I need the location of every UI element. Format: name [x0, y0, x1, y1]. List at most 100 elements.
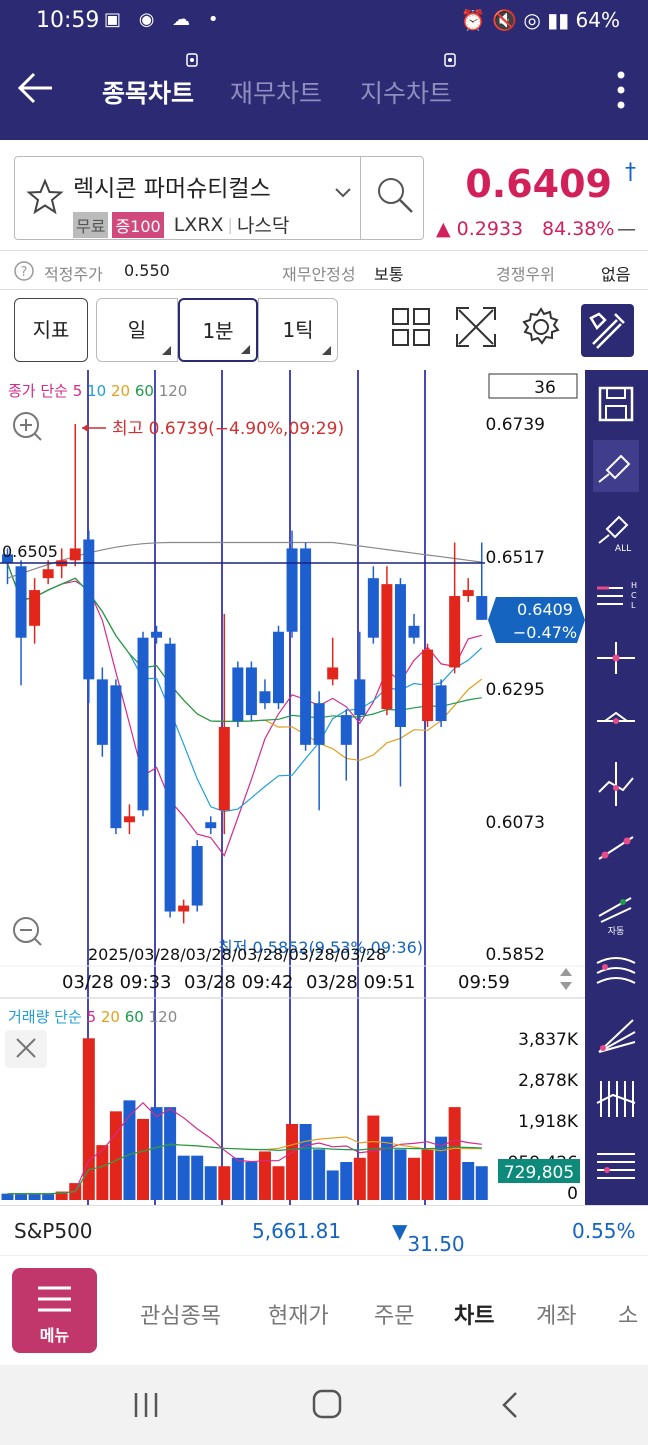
- candle-body: [476, 596, 488, 620]
- auto-trend-icon[interactable]: 자동: [593, 884, 639, 936]
- candle-body: [408, 625, 420, 638]
- candle-count-box[interactable]: [488, 373, 578, 399]
- index-change-value: 31.50: [407, 1232, 465, 1256]
- battery-level: 64%: [575, 8, 620, 32]
- nav-current-price[interactable]: 현재가: [268, 1298, 329, 1330]
- volume-bar: [28, 1193, 41, 1200]
- free-tag: 무료: [73, 211, 109, 238]
- last-price-pct: −0.47%: [513, 623, 577, 642]
- candle-body: [300, 548, 312, 745]
- app-bar: 종목차트 재무차트 지수차트: [0, 44, 648, 140]
- volume-bar: [353, 1157, 366, 1200]
- x-overlap-label: 2025/03/28/03/28/03/28/03/28/03/28: [88, 945, 386, 964]
- volume-legend: 거래량 단순 5 20 60 120: [8, 1008, 177, 1026]
- volume-bar: [42, 1193, 55, 1200]
- left-price-label: 0.6505: [2, 542, 58, 561]
- volume-bar: [204, 1166, 217, 1200]
- candle-body: [218, 726, 230, 811]
- index-name: S&P500: [14, 1219, 93, 1243]
- candle-body: [69, 548, 81, 561]
- erase-all-icon[interactable]: ALL: [593, 505, 639, 557]
- status-system-icons: ⏰ 🔇 ◎ ▮▮: [460, 8, 570, 32]
- menu-button[interactable]: 메뉴: [12, 1268, 97, 1353]
- vertical-line-icon[interactable]: [593, 758, 639, 810]
- candle-body: [29, 590, 41, 626]
- tab-badge-icon: [186, 53, 198, 67]
- y-tick-label: 0.6295: [486, 680, 545, 700]
- vol-y-tick: 0: [567, 1184, 578, 1204]
- horizontal-line-icon[interactable]: [593, 695, 639, 747]
- nav-more[interactable]: 소: [618, 1298, 638, 1330]
- ma-120: 120: [159, 382, 188, 400]
- stock-selector[interactable]: 렉시콘 파머슈티컬스 무료 증100 LXRX | 나스닥: [14, 156, 424, 240]
- volume-bar: [15, 1193, 28, 1200]
- volume-bar: [313, 1149, 326, 1200]
- minute-button[interactable]: 1분: [178, 298, 258, 362]
- volume-bar: [177, 1155, 190, 1200]
- ma-60: 60: [135, 382, 154, 400]
- hcl-line-icon[interactable]: HCL: [593, 570, 639, 622]
- candle-body: [137, 637, 149, 811]
- search-icon[interactable]: [375, 175, 415, 215]
- nav-account[interactable]: 계좌: [536, 1298, 576, 1330]
- trend-line-icon[interactable]: [593, 821, 639, 873]
- svg-text:H: H: [631, 581, 637, 590]
- ma-20: 20: [111, 382, 130, 400]
- x-tick-label: 03/28 09:51: [306, 972, 415, 993]
- chart-canvas[interactable]: 0.6739 0.6517 0.6295 0.6073 0.5852 0.650…: [0, 370, 585, 1205]
- more-options-icon[interactable]: [616, 70, 626, 110]
- tab-index-chart[interactable]: 지수차트: [360, 74, 452, 110]
- settings-gear-icon[interactable]: [518, 304, 564, 350]
- back-icon[interactable]: [496, 1389, 524, 1421]
- tab-stock-chart[interactable]: 종목차트: [102, 74, 194, 110]
- nav-order[interactable]: 주문: [374, 1298, 414, 1330]
- eraser-icon[interactable]: [593, 440, 639, 492]
- volume-bar: [218, 1166, 231, 1200]
- candle-body: [259, 691, 271, 704]
- channel-curve-icon[interactable]: [593, 947, 639, 999]
- ma-legend-label: 종가 단순: [8, 382, 68, 400]
- svg-text:L: L: [631, 601, 636, 610]
- home-icon[interactable]: [310, 1387, 344, 1421]
- favorite-star-icon[interactable]: [25, 177, 65, 217]
- period-lines-icon[interactable]: [593, 1073, 639, 1125]
- tick-button[interactable]: 1틱: [258, 298, 338, 362]
- status-notification-icons: ▣ ◉ ☁ •: [104, 9, 225, 30]
- fullscreen-icon[interactable]: [453, 304, 499, 350]
- help-icon[interactable]: ?: [14, 261, 34, 281]
- competitive-label: 경쟁우위: [496, 265, 555, 284]
- day-button[interactable]: 일: [96, 298, 178, 362]
- recent-apps-icon[interactable]: [130, 1389, 162, 1421]
- current-price: 0.6409: [465, 162, 612, 206]
- price-change-value: 0.2933: [456, 218, 524, 240]
- grid-layout-icon[interactable]: [388, 304, 434, 350]
- stock-tags: 무료 증100 LXRX | 나스닥: [73, 211, 289, 238]
- nav-chart[interactable]: 차트: [454, 1298, 494, 1330]
- fan-lines-icon[interactable]: [593, 1010, 639, 1062]
- nav-watchlist[interactable]: 관심종목: [140, 1298, 221, 1330]
- price-chart[interactable]: 0.6739 0.6517 0.6295 0.6073 0.5852 0.650…: [0, 370, 585, 1205]
- candle-body: [42, 569, 54, 579]
- volume-bar: [326, 1170, 339, 1200]
- stability-value: 보통: [374, 265, 404, 284]
- candle-body: [449, 596, 461, 668]
- candle-body: [151, 631, 163, 638]
- dash-marker: —: [617, 218, 636, 240]
- volume-bar: [109, 1111, 122, 1200]
- day-label: 일: [127, 318, 147, 342]
- drawing-tools-button[interactable]: [581, 304, 634, 357]
- indicator-button[interactable]: 지표: [14, 298, 88, 362]
- chevron-down-icon[interactable]: [333, 185, 353, 201]
- crosshair-icon[interactable]: [593, 632, 639, 684]
- horizontal-levels-icon[interactable]: [593, 1140, 639, 1192]
- svg-text:?: ?: [21, 265, 28, 280]
- back-arrow-icon[interactable]: [16, 68, 56, 108]
- vol-ma-60: 60: [125, 1008, 144, 1026]
- ma-5: 5: [73, 382, 83, 400]
- save-icon[interactable]: [593, 378, 639, 430]
- index-ticker-row[interactable]: S&P500 5,661.81 ▼ 31.50 0.55%: [0, 1205, 648, 1256]
- close-volume-icon[interactable]: [5, 1030, 47, 1068]
- divider: [360, 157, 361, 239]
- volume-bar: [150, 1107, 163, 1200]
- tab-financial-chart[interactable]: 재무차트: [230, 74, 322, 110]
